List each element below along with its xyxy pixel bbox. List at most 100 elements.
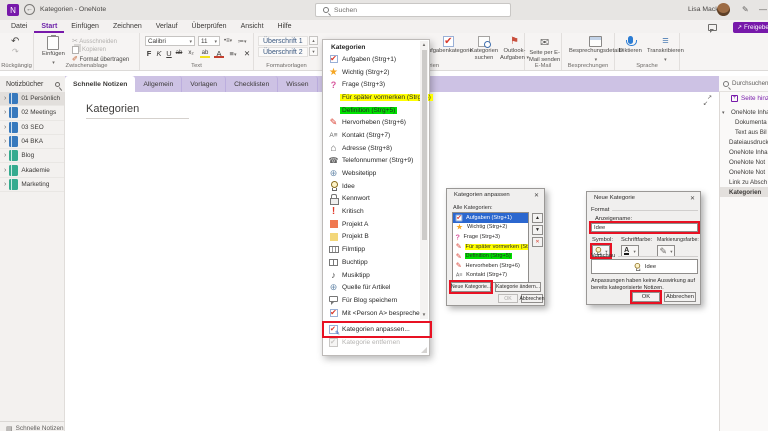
transcribe-button[interactable]: Transkribieren [647,35,684,63]
list-item-kontakt[interactable]: Kontakt (Strg+7) [453,271,528,281]
list-item-frage[interactable]: Frage (Strg+3) [453,232,528,242]
share-button[interactable]: Freigeben [733,22,768,33]
find-tags-button[interactable]: Kategorien suchen [470,36,498,61]
display-name-input[interactable]: Idee [589,221,700,234]
notebook-akademie[interactable]: Akademie [0,163,64,178]
page-item[interactable]: OneNote Inha [720,107,768,117]
quick-notes-link[interactable]: Schnelle Notizen [0,421,65,431]
page-item[interactable]: Link zu Absch [720,177,768,187]
dictate-button[interactable]: Diktieren [619,36,642,55]
bold-button[interactable]: F [144,48,154,58]
tab-wissen[interactable]: Wissen [278,76,318,92]
notebook-blog[interactable]: Blog [0,149,64,164]
tag-item-kontakt[interactable]: Kontakt (Strg+7) [324,129,420,142]
numbered-list-icon[interactable]: ≔ [238,38,247,45]
cut-button[interactable]: Ausschneiden [72,37,117,45]
task-tag-button[interactable]: Aufgabenkategorie [424,36,473,55]
resize-grip[interactable] [421,347,427,353]
scroll-down-icon[interactable]: ▼ [420,311,428,319]
styles-up-icon[interactable]: ▲ [309,36,318,45]
close-icon[interactable] [534,192,539,199]
tag-item-quelle[interactable]: Quelle für Artikel [324,281,420,294]
tag-item-definition[interactable]: Definition (Strg+5) [324,104,420,117]
notebook-01-persoenlich[interactable]: 01 Persönlich [0,92,64,107]
font-size-select[interactable]: 11 [198,36,220,46]
notebook-marketing[interactable]: Marketing [0,178,64,193]
paste-button[interactable]: Einfügen [42,35,65,66]
menu-zeichnen[interactable]: Zeichnen [106,20,149,33]
close-icon[interactable] [690,195,695,202]
scrollbar-thumb[interactable] [421,50,427,240]
cancel-button[interactable]: Abbrechen [519,294,545,303]
list-item-aufgaben[interactable]: Aufgaben (Strg+1) [453,213,528,223]
copy-button[interactable]: Kopieren [72,46,106,54]
list-item-hervorheben[interactable]: Hervorheben (Strg+6) [453,261,528,271]
tag-item-besprechen[interactable]: Mit <Person A> besprechen [324,307,423,320]
minimize-icon[interactable] [759,5,767,14]
paragraph-align-icon[interactable]: ≡ [228,48,238,58]
tag-item-websitetipp[interactable]: Websitetipp [324,167,420,180]
chevron-right-icon[interactable] [4,138,6,145]
tab-vorlagen[interactable]: Vorlagen [182,76,227,92]
page-item[interactable]: Text aus Bil [720,127,768,137]
email-page-button[interactable]: Seite per E-Mail senden [529,36,560,63]
chevron-right-icon[interactable] [4,124,6,131]
notebook-03-seo[interactable]: 03 SEO [0,121,64,135]
chevron-right-icon[interactable] [4,95,6,102]
chevron-right-icon[interactable] [4,152,6,159]
underline-button[interactable]: U [164,48,174,58]
clear-formatting-icon[interactable]: ✕ [242,48,252,58]
add-page-button[interactable]: Seite hinzufügen [720,92,768,105]
page-title[interactable]: Kategorien [86,103,139,115]
scrollbar[interactable]: ▲ ▼ [420,41,428,319]
tag-item-projekt-a[interactable]: Projekt A [324,218,420,231]
subscript-button[interactable]: x₂ [186,48,196,58]
menu-ansicht[interactable]: Ansicht [234,20,271,33]
tab-allgemein[interactable]: Allgemein [135,76,183,92]
tag-item-adresse[interactable]: Adresse (Strg+8) [324,142,420,155]
list-item-spaeter[interactable]: Für später vormerken (Strg+4) [453,242,528,252]
modify-tag-button[interactable]: Kategorie ändern... [495,282,541,292]
tab-schnelle-notizen[interactable]: Schnelle Notizen [65,76,136,92]
cancel-button[interactable]: Abbrechen [664,292,696,302]
notebook-04-bka[interactable]: 04 BKA [0,135,64,150]
font-name-select[interactable]: Calibri [145,36,195,46]
page-item[interactable]: OneNote Not [720,167,768,177]
heading2-style-button[interactable]: Überschrift 2 [258,47,308,57]
undo-icon[interactable] [11,36,19,47]
ok-button[interactable]: OK [630,290,662,304]
all-tags-listbox[interactable]: Aufgaben (Strg+1) Wichtig (Strg+2) Frage… [452,212,529,283]
redo-icon[interactable] [12,47,19,56]
tag-item-telefonnummer[interactable]: Telefonnummer (Strg+9) [324,155,420,168]
font-color-button[interactable]: A [214,48,224,58]
menu-start[interactable]: Start [34,20,64,33]
menu-verlauf[interactable]: Verlauf [149,20,185,33]
tab-checklisten[interactable]: Checklisten [226,76,279,92]
new-tag-button[interactable]: Neue Kategorie... [449,280,493,294]
tag-item-aufgaben[interactable]: Aufgaben (Strg+1) [324,53,420,66]
page-item[interactable]: OneNote Not [720,157,768,167]
styles-down-icon[interactable]: ▼ [309,47,318,56]
remove-tag-menu-item[interactable]: Kategorie entfernen [324,336,430,349]
format-painter-button[interactable]: Format übertragen [72,55,129,63]
comment-icon[interactable] [708,24,717,33]
tag-item-spaeter[interactable]: Für später vormerken (Strg+4) [324,91,433,104]
tag-item-blog[interactable]: Für Blog speichern [324,294,420,307]
tag-item-kennwort[interactable]: Kennwort [324,193,420,206]
scroll-up-icon[interactable]: ▲ [420,41,428,49]
pen-mode-icon[interactable] [742,5,749,14]
menu-ueberpruefen[interactable]: Überprüfen [185,20,234,33]
tag-item-projekt-b[interactable]: Projekt B [324,231,420,244]
page-item[interactable]: Dateiausdruck [720,137,768,147]
global-search-input[interactable]: Suchen [315,3,511,17]
chevron-right-icon[interactable] [4,181,6,188]
menu-datei[interactable]: Datei [4,20,34,33]
list-item-definition[interactable]: Definition (Strg+5) [453,251,528,261]
page-item-kategorien[interactable]: Kategorien [720,187,768,197]
page-search-input[interactable]: Durchsuchen (Strg [719,76,768,92]
tag-item-wichtig[interactable]: Wichtig (Strg+2) [324,66,420,79]
menu-einfuegen[interactable]: Einfügen [64,20,106,33]
notebook-02-meetings[interactable]: 02 Meetings [0,106,64,121]
back-icon[interactable] [24,4,35,15]
bullet-list-icon[interactable]: •≡ [224,38,232,44]
